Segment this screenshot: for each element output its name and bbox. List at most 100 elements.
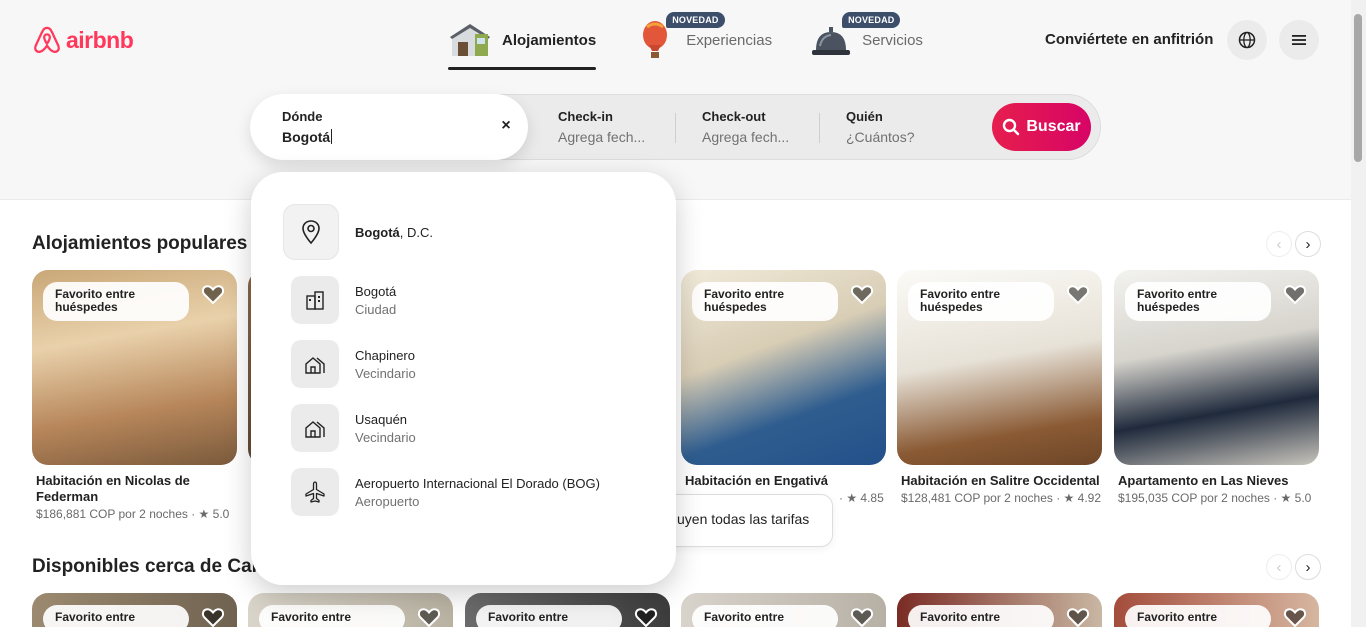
where-input[interactable]: Bogotá (282, 129, 330, 145)
city-buildings-icon (291, 276, 339, 324)
guests-value: ¿Cuántos? (846, 129, 915, 145)
listing-photo[interactable]: Favorito entre huéspedes (32, 270, 237, 465)
guest-favorite-badge: Favorito entre (43, 605, 189, 627)
heart-icon[interactable] (201, 282, 225, 306)
search-button[interactable]: Buscar (992, 103, 1091, 151)
checkout-field[interactable]: Check-out Agrega fech... (702, 95, 822, 159)
guest-favorite-badge: Favorito entre (908, 605, 1054, 627)
suggestion-item[interactable]: Usaquén Vecindario (291, 404, 416, 452)
heart-icon[interactable] (850, 282, 874, 306)
scrollbar-thumb[interactable] (1354, 14, 1362, 162)
listing-card[interactable]: Favorito entre huéspedes Apartamento en … (1114, 270, 1319, 505)
listing-card[interactable]: Favorito entre (32, 593, 237, 627)
listing-photo[interactable]: Favorito entre (248, 593, 453, 627)
heart-icon[interactable] (1283, 605, 1307, 627)
suggestion-item[interactable]: Aeropuerto Internacional El Dorado (BOG)… (291, 468, 600, 516)
search-icon (1003, 118, 1020, 136)
page-scrollbar[interactable] (1351, 0, 1366, 627)
guest-favorite-badge: Favorito entre huéspedes (908, 282, 1054, 321)
top-bar: airbnb Alojamientos NOVEDAD Experiencias… (0, 0, 1366, 84)
search-bar: Dónde Bogotá × Check-in Agrega fech... C… (250, 94, 1101, 160)
tab-alojamientos[interactable]: Alojamientos (448, 14, 597, 70)
where-field[interactable]: Dónde Bogotá × (250, 94, 528, 160)
guest-favorite-badge: Favorito entre (259, 605, 405, 627)
checkout-value: Agrega fech... (702, 129, 790, 145)
novedad-badge: NOVEDAD (666, 12, 725, 28)
search-divider (675, 113, 676, 143)
suggestion-type: Ciudad (355, 301, 397, 317)
listing-card[interactable]: Favorito entre (681, 593, 886, 627)
become-host-link[interactable]: Conviértete en anfitrión (1045, 31, 1213, 48)
novedad-badge: NOVEDAD (842, 12, 901, 28)
listing-photo[interactable]: Favorito entre (897, 593, 1102, 627)
checkin-field[interactable]: Check-in Agrega fech... (558, 95, 678, 159)
next-arrow-button[interactable]: › (1295, 231, 1321, 257)
hamburger-menu-icon (1292, 35, 1306, 45)
search-divider (819, 113, 820, 143)
globe-icon (1238, 31, 1256, 49)
heart-icon[interactable] (1066, 605, 1090, 627)
guest-favorite-badge: Favorito entre (692, 605, 838, 627)
heart-icon[interactable] (1283, 282, 1307, 306)
listing-card[interactable]: Favorito entre (1114, 593, 1319, 627)
suggestion-item[interactable]: Chapinero Vecindario (291, 340, 416, 388)
language-button[interactable] (1227, 20, 1267, 60)
suggestion-item[interactable]: Bogotá, D.C. (283, 204, 433, 260)
where-label: Dónde (282, 109, 323, 124)
prev-arrow-button[interactable]: ‹ (1266, 231, 1292, 257)
listing-title: Habitación en Salitre Occidental (901, 473, 1100, 488)
guest-favorite-badge: Favorito entre (476, 605, 622, 627)
checkin-value: Agrega fech... (558, 129, 646, 145)
heart-icon[interactable] (417, 605, 441, 627)
listing-title: Habitación en Engativá (685, 473, 829, 488)
tab-label: Alojamientos (502, 31, 597, 49)
listing-price: $186,881 COP por 2 noches · ★ 5.0 (36, 507, 230, 521)
listing-title: Apartamento en Las Nieves (1118, 473, 1289, 488)
heart-icon[interactable] (634, 605, 658, 627)
listing-card[interactable]: Favorito entre huéspedes Habitación en E… (681, 270, 886, 505)
listing-photo[interactable]: Favorito entre (32, 593, 237, 627)
guest-favorite-badge: Favorito entre huéspedes (692, 282, 838, 321)
suggestion-type: Vecindario (355, 365, 416, 381)
listing-card[interactable]: Favorito entre huéspedes Habitación en S… (897, 270, 1102, 505)
neighborhood-houses-icon (291, 404, 339, 452)
checkin-label: Check-in (558, 109, 613, 124)
guest-favorite-badge: Favorito entre huéspedes (1125, 282, 1271, 321)
heart-icon[interactable] (850, 605, 874, 627)
clear-icon[interactable]: × (498, 117, 514, 134)
suggestion-title: Aeropuerto Internacional El Dorado (BOG) (355, 475, 600, 491)
house-icon (448, 19, 494, 61)
tab-servicios[interactable]: NOVEDAD Servicios (808, 12, 923, 66)
listing-price: $195,035 COP por 2 noches · ★ 5.0 (1118, 491, 1312, 505)
search-button-label: Buscar (1026, 118, 1081, 135)
neighborhood-houses-icon (291, 340, 339, 388)
listing-photo[interactable]: Favorito entre huéspedes (1114, 270, 1319, 465)
guest-favorite-badge: Favorito entre huéspedes (43, 282, 189, 321)
tab-experiencias[interactable]: NOVEDAD Experiencias (632, 12, 772, 66)
heart-icon[interactable] (201, 605, 225, 627)
airplane-icon (291, 468, 339, 516)
listing-photo[interactable]: Favorito entre (681, 593, 886, 627)
guest-favorite-badge: Favorito entre (1125, 605, 1271, 627)
section-title-nearby: Disponibles cerca de Carta (32, 556, 276, 577)
listing-card[interactable]: Favorito entre (248, 593, 453, 627)
suggestion-title: Bogotá (355, 283, 397, 299)
listing-card[interactable]: Favorito entre (897, 593, 1102, 627)
listing-title: Habitación en Nicolas de Federman (36, 473, 190, 504)
listing-photo[interactable]: Favorito entre (1114, 593, 1319, 627)
listing-price: $128,481 COP por 2 noches · ★ 4.92 (901, 491, 1101, 505)
heart-icon[interactable] (1066, 282, 1090, 306)
prev-arrow-button[interactable]: ‹ (1266, 554, 1292, 580)
airbnb-logo[interactable]: airbnb (32, 24, 134, 56)
listing-photo[interactable]: Favorito entre huéspedes (681, 270, 886, 465)
suggestion-item[interactable]: Bogotá Ciudad (291, 276, 396, 324)
menu-button[interactable] (1279, 20, 1319, 60)
suggestion-title: Usaquén (355, 411, 408, 427)
listing-card[interactable]: Favorito entre (465, 593, 670, 627)
listing-photo[interactable]: Favorito entre huéspedes (897, 270, 1102, 465)
listing-card[interactable]: Favorito entre huéspedes Habitación en N… (32, 270, 237, 521)
next-arrow-button[interactable]: › (1295, 554, 1321, 580)
guests-field[interactable]: Quién ¿Cuántos? (846, 95, 966, 159)
airbnb-logo-icon (34, 26, 60, 53)
listing-photo[interactable]: Favorito entre (465, 593, 670, 627)
